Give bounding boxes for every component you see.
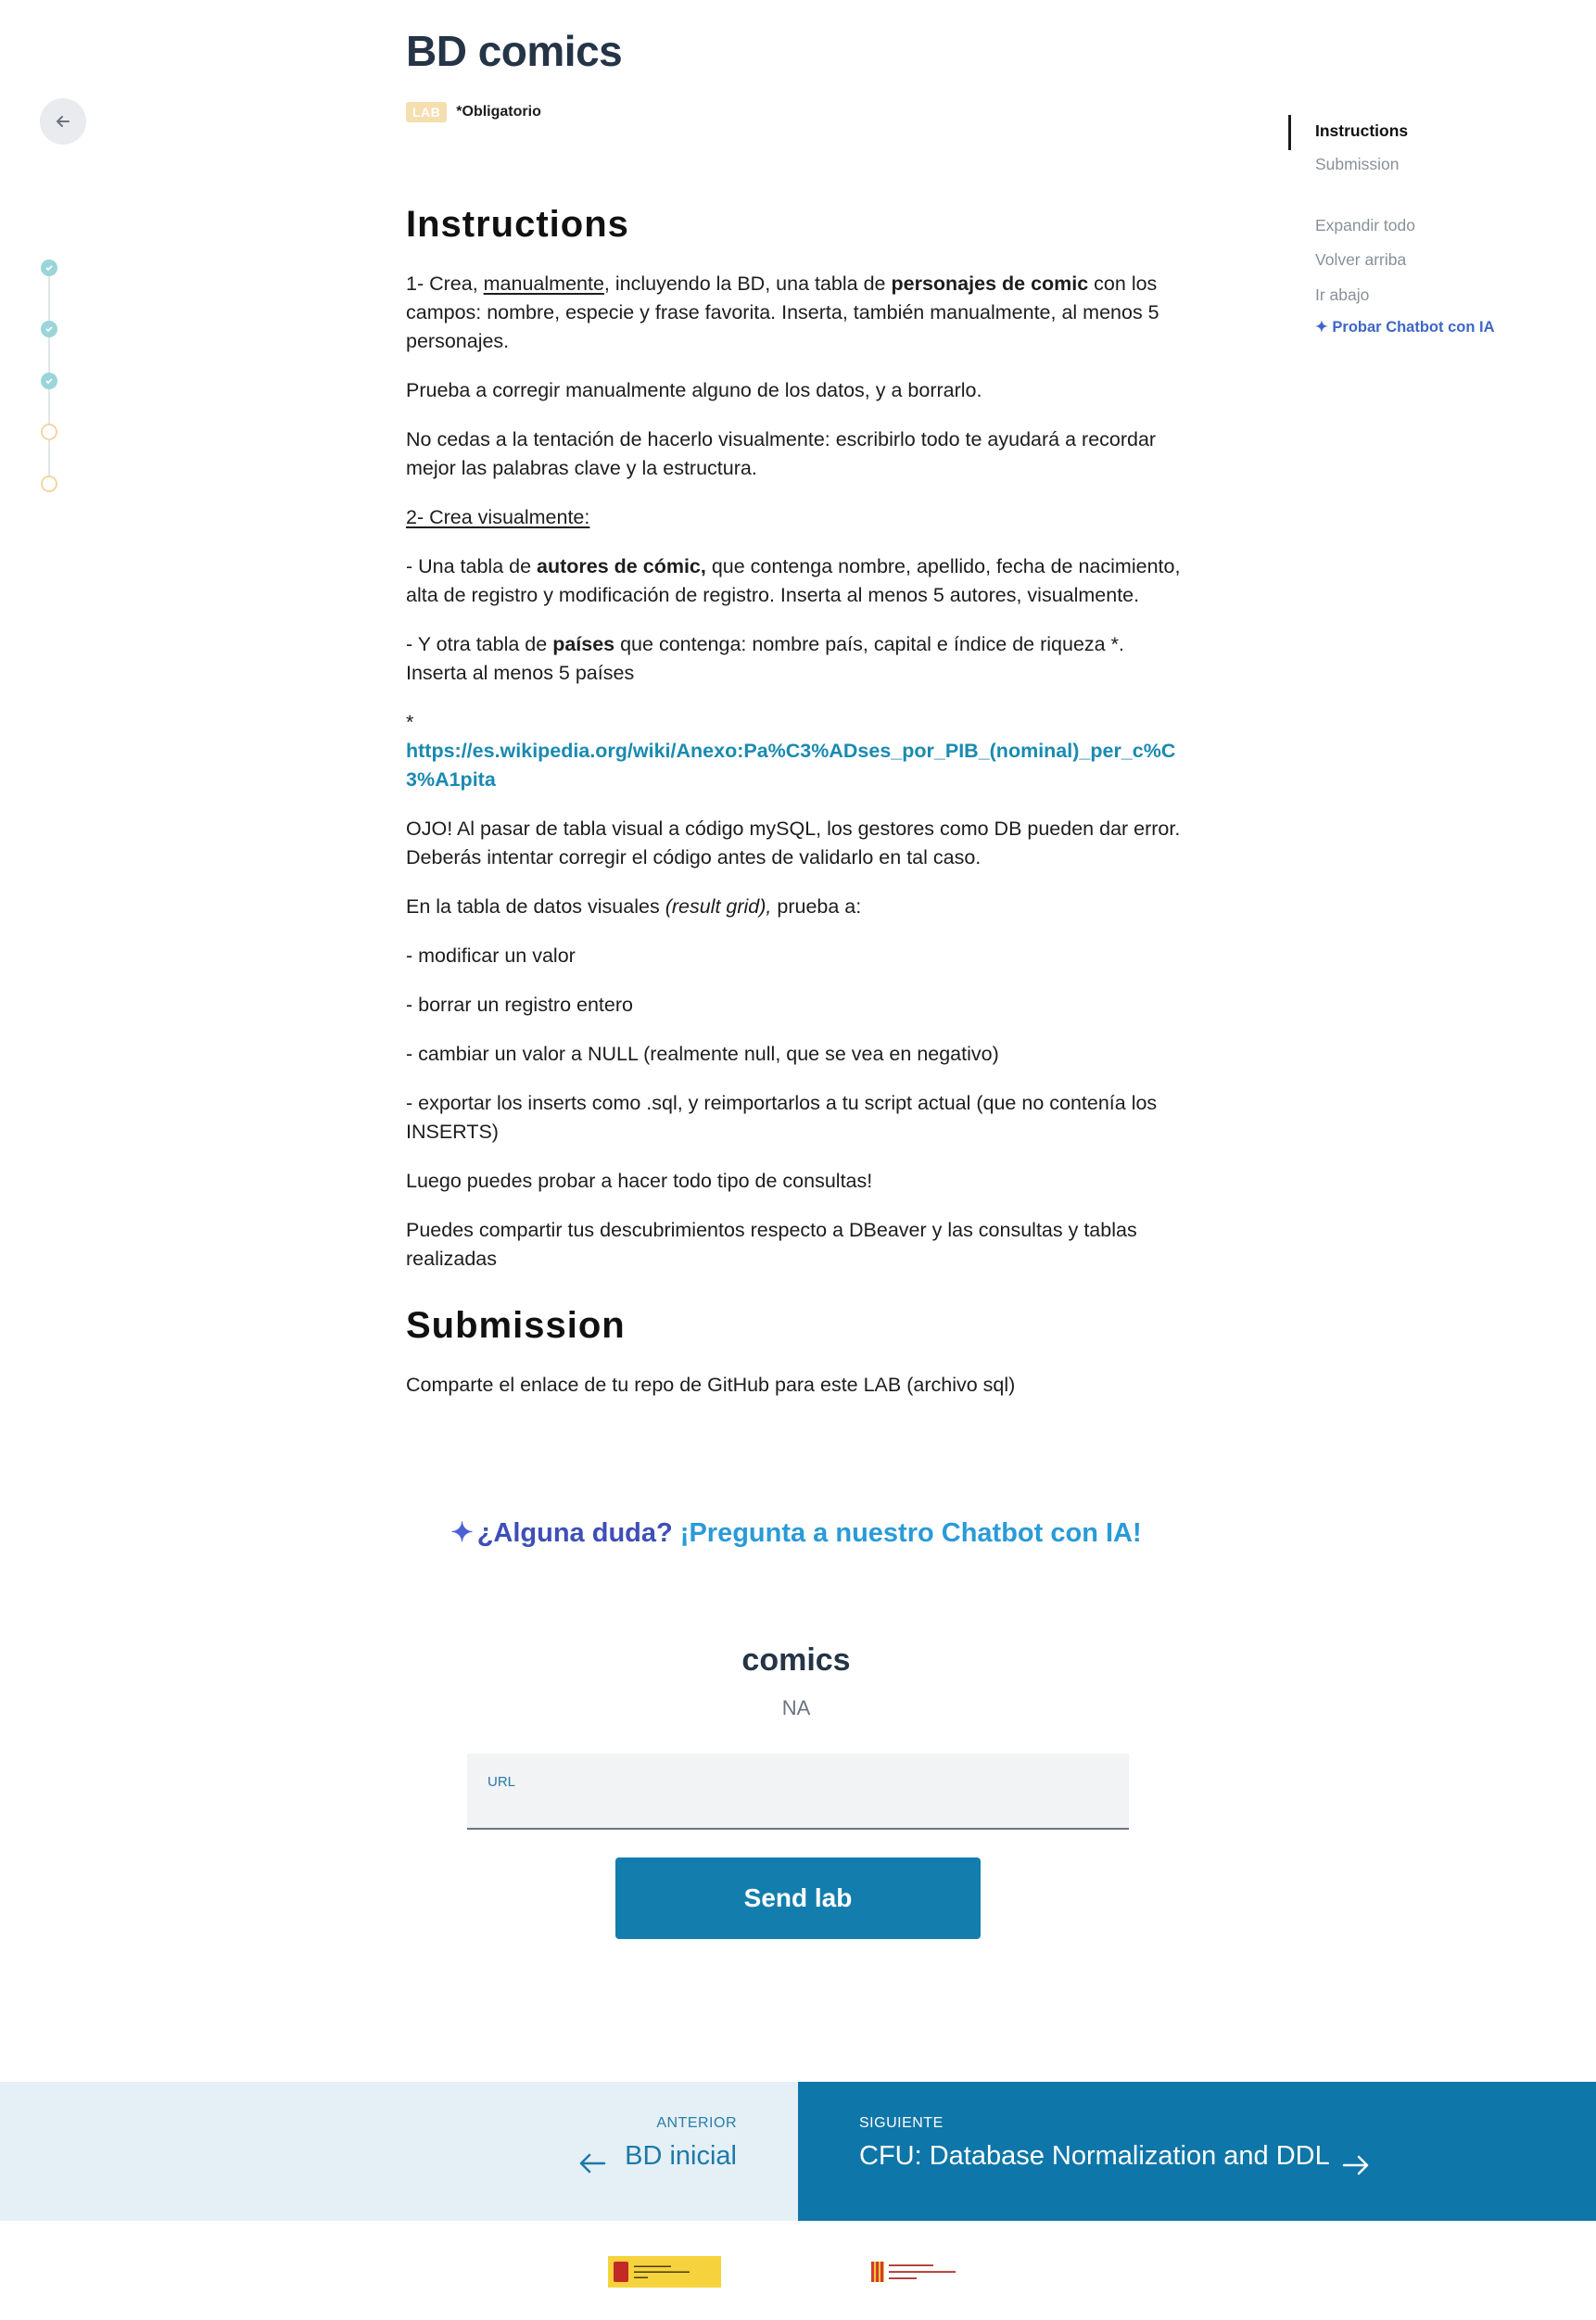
paragraph: 2- Crea visualmente:	[406, 506, 590, 528]
nav-next-title: CFU: Database Normalization and DDL	[859, 2141, 1330, 2171]
arrow-left-icon	[57, 116, 70, 127]
logo-fine-print: ▬▬▬▬▬▬▬▬ ▬▬▬▬▬▬▬▬▬▬▬▬ ▬▬▬▬▬	[889, 2262, 956, 2281]
submission-title: comics	[741, 1642, 851, 1678]
submission-text: Comparte el enlace de tu repo de GitHub …	[406, 1374, 1016, 1396]
toc-item-instructions[interactable]: Instructions	[1315, 121, 1408, 141]
logo-fine-print: ▬▬▬▬▬▬▬▬ ▬▬▬▬▬▬▬▬▬▬▬▬ ▬▬▬	[634, 2263, 690, 2280]
back-button[interactable]	[40, 98, 86, 145]
step-done-icon[interactable]	[41, 260, 57, 276]
paragraph: - Y otra tabla de países que contenga: n…	[406, 633, 1124, 684]
paragraph: - Una tabla de autores de cómic, que con…	[406, 555, 1181, 606]
meta-row: LAB *Obligatorio	[406, 102, 541, 122]
list-item: - cambiar un valor a NULL (realmente nul…	[406, 1043, 999, 1065]
list-item: - borrar un registro entero	[406, 994, 633, 1016]
step-done-icon[interactable]	[41, 373, 57, 389]
submission-heading: Submission	[406, 1305, 626, 1346]
url-label: URL	[488, 1774, 516, 1790]
senyera-icon	[871, 2262, 884, 2282]
sparkle-icon: ✦	[1315, 319, 1333, 336]
submission-value: NA	[781, 1696, 811, 1719]
step-done-icon[interactable]	[41, 321, 57, 337]
arrow-right-icon	[1342, 2155, 1369, 2175]
instructions-section: Instructions 1- Crea, manualmente, inclu…	[406, 204, 1186, 1420]
nav-next-kicker: SIGUIENTE	[859, 2115, 944, 2131]
url-field[interactable]: URL	[467, 1754, 1129, 1830]
toc-item-go-down[interactable]: Ir abajo	[1315, 285, 1369, 305]
chatbot-link[interactable]: ✦ ¿Alguna duda? ¡Pregunta a nuestro Chatb…	[406, 1516, 1186, 1549]
paragraph: OJO! Al pasar de tabla visual a código m…	[406, 818, 1181, 868]
paragraph: Luego puedes probar a hacer todo tipo de…	[406, 1170, 873, 1192]
toc-item-expand-all[interactable]: Expandir todo	[1315, 216, 1415, 235]
paragraph: * https://es.wikipedia.org/wiki/Anexo:Pa%…	[406, 711, 1176, 791]
nav-prev-title: BD inicial	[625, 2141, 737, 2171]
toc-item-submission[interactable]: Submission	[1315, 155, 1399, 174]
toc-item-back-to-top[interactable]: Volver arriba	[1315, 250, 1406, 270]
list-item: - exportar los inserts como .sql, y reim…	[406, 1092, 1158, 1143]
send-lab-button[interactable]: Send lab	[615, 1857, 981, 1939]
url-input[interactable]	[488, 1794, 1108, 1822]
step-pending-icon[interactable]	[41, 424, 57, 440]
toc-active-indicator	[1288, 115, 1291, 150]
arrow-left-icon	[579, 2153, 606, 2174]
toc-item-chatbot[interactable]: ✦ Probar Chatbot con IA	[1315, 318, 1495, 336]
wikipedia-link[interactable]: https://es.wikipedia.org/wiki/Anexo:Pa%C…	[406, 740, 1175, 791]
nav-prev-kicker: ANTERIOR	[656, 2115, 737, 2131]
coat-of-arms-icon	[614, 2262, 628, 2282]
paragraph: No cedas a la tentación de hacerlo visua…	[406, 428, 1157, 479]
step-pending-icon[interactable]	[41, 475, 57, 492]
sparkle-icon: ✦	[450, 1518, 474, 1548]
paragraph: 1- Crea, manualmente, incluyendo la BD, …	[406, 273, 1159, 352]
spanish-government-logo: ▬▬▬▬▬▬▬▬ ▬▬▬▬▬▬▬▬▬▬▬▬ ▬▬▬	[608, 2256, 721, 2288]
instructions-heading: Instructions	[406, 204, 629, 245]
page-title: BD comics	[406, 27, 623, 75]
progress-steps	[41, 260, 59, 501]
next-lesson-link[interactable]: SIGUIENTE CFU: Database Normalization an…	[798, 2082, 1596, 2221]
catalonia-government-logo: ▬▬▬▬▬▬▬▬ ▬▬▬▬▬▬▬▬▬▬▬▬ ▬▬▬▬▬	[871, 2258, 1001, 2286]
lab-badge: LAB	[406, 102, 448, 122]
previous-lesson-link[interactable]: ANTERIOR BD inicial	[0, 2082, 798, 2221]
required-label: *Obligatorio	[456, 104, 541, 120]
paragraph: Prueba a corregir manualmente alguno de …	[406, 379, 982, 401]
paragraph: Puedes compartir tus descubrimientos res…	[406, 1219, 1137, 1270]
paragraph: En la tabla de datos visuales (result gr…	[406, 895, 862, 918]
list-item: - modificar un valor	[406, 944, 576, 967]
